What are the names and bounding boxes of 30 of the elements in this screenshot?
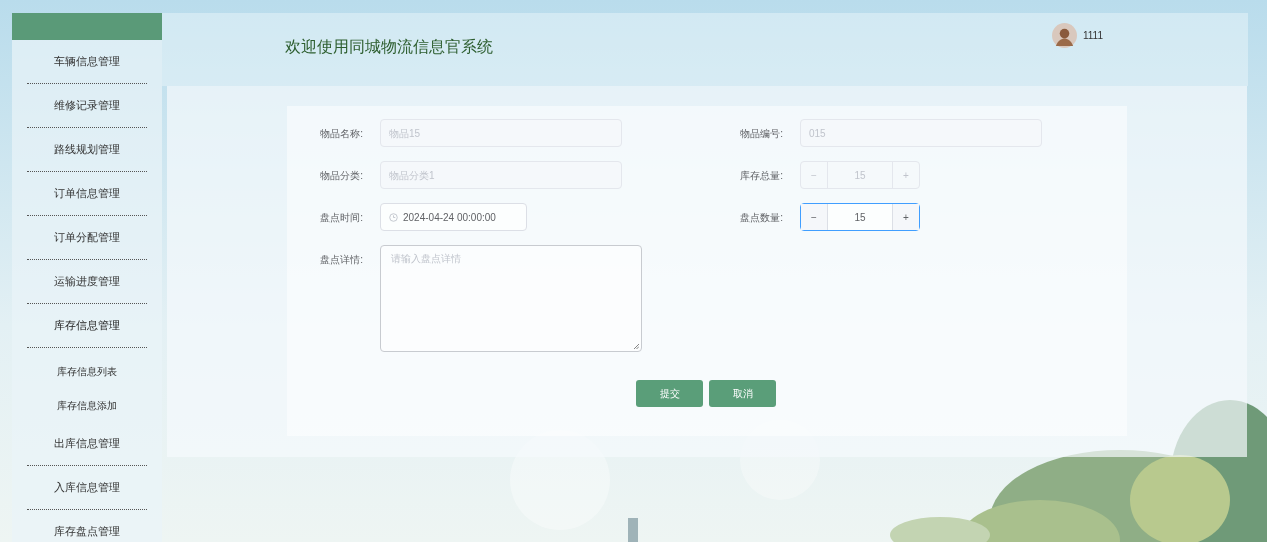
sidebar-item[interactable]: 订单分配管理	[27, 217, 147, 257]
page-title: 欢迎使用同城物流信息官系统	[285, 37, 493, 57]
field-label: 盘点时间:	[319, 210, 363, 225]
field-label: 物品分类:	[319, 168, 363, 183]
field-label: 库存总量:	[739, 168, 783, 183]
field-label: 物品名称:	[319, 126, 363, 141]
sidebar-item[interactable]: 出库信息管理	[27, 423, 147, 463]
number-field[interactable]: − 15 +	[800, 203, 920, 231]
decrement-button[interactable]: −	[801, 204, 828, 230]
field-label: 盘点详情:	[319, 252, 363, 267]
increment-button[interactable]: +	[892, 204, 919, 230]
sidebar-item[interactable]: 运输进度管理	[27, 261, 147, 301]
date-value: 2024-04-24 00:00:00	[403, 210, 496, 225]
clock-icon	[389, 212, 398, 222]
resize-handle-icon[interactable]	[633, 343, 639, 349]
sidebar-item[interactable]: 车辆信息管理	[27, 41, 147, 81]
sidebar-item[interactable]: 维修记录管理	[27, 85, 147, 125]
date-field[interactable]: 2024-04-24 00:00:00	[380, 203, 527, 231]
sidebar-item[interactable]: 库存盘点管理	[27, 511, 147, 542]
field-label: 物品编号:	[739, 126, 783, 141]
avatar[interactable]	[1051, 23, 1077, 48]
sidebar-item[interactable]: 订单信息管理	[27, 173, 147, 213]
number-value: 15	[853, 210, 867, 225]
submenu-item[interactable]: 库存信息列表	[12, 354, 162, 388]
field-label: 盘点数量:	[739, 210, 783, 225]
sidebar-item[interactable]: 库存信息管理	[27, 305, 147, 345]
sidebar-item[interactable]: 入库信息管理	[27, 467, 147, 507]
sidebar-item[interactable]: 路线规划管理	[27, 129, 147, 169]
username: 1111	[1082, 29, 1103, 43]
submenu-item[interactable]: 库存信息添加	[12, 388, 162, 422]
